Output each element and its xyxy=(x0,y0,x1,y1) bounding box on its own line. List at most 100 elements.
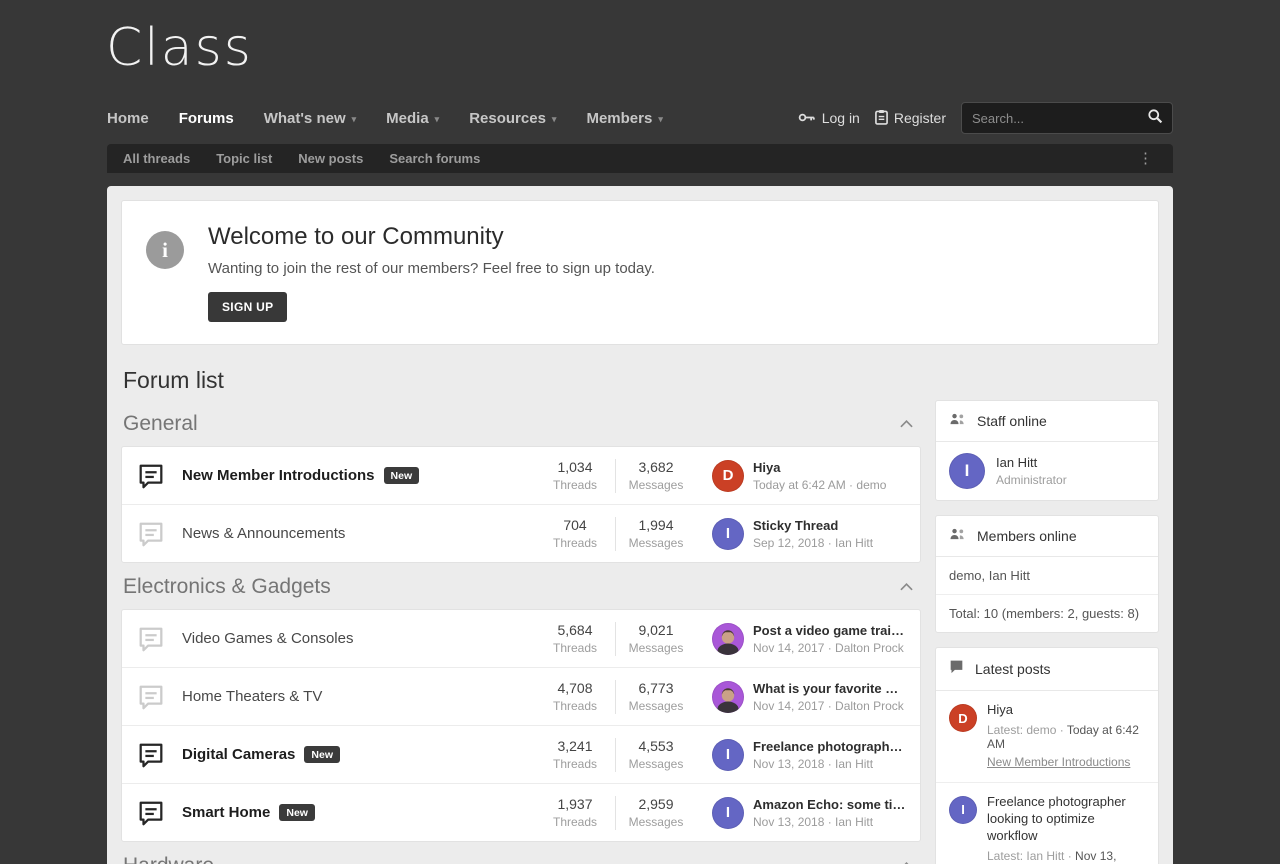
nav-item-media[interactable]: Media▾ xyxy=(386,110,439,127)
search-input[interactable] xyxy=(962,111,1138,126)
new-badge: New xyxy=(304,746,340,763)
avatar[interactable]: I xyxy=(712,739,744,771)
section-title: General xyxy=(123,412,198,436)
forum-row: Home Theaters & TV4,708Threads6,773Messa… xyxy=(122,667,920,725)
threads-label: Threads xyxy=(535,757,615,771)
subnav-item-all-threads[interactable]: All threads xyxy=(123,151,190,166)
welcome-text: Welcome to our Community Wanting to join… xyxy=(208,223,655,322)
avatar[interactable]: I xyxy=(712,797,744,829)
avatar[interactable]: D xyxy=(949,704,977,732)
latest-post-item: I Freelance photographer looking to optim… xyxy=(936,782,1158,864)
avatar[interactable]: I xyxy=(949,453,985,489)
latest-post-info: Sticky ThreadSep 12, 2018 · Ian Hitt xyxy=(753,518,873,550)
forum-row: News & Announcements 704Threads1,994Messa… xyxy=(122,504,920,562)
info-icon: i xyxy=(146,231,184,269)
staff-member-name[interactable]: Ian Hitt xyxy=(996,455,1067,470)
section-header-electronics-gadgets: Electronics & Gadgets xyxy=(121,563,921,609)
threads-stat: 4,708Threads xyxy=(535,678,615,715)
threads-count: 3,241 xyxy=(535,738,615,754)
chevron-down-icon: ▾ xyxy=(552,114,557,125)
staff-online-header: Staff online xyxy=(936,401,1158,442)
threads-stat: 5,684Threads xyxy=(535,620,615,657)
messages-count: 6,773 xyxy=(616,680,696,696)
people-icon xyxy=(949,412,966,430)
nav-item-what-s-new[interactable]: What's new▾ xyxy=(264,110,356,127)
section-header-general: General xyxy=(121,400,921,446)
register-button[interactable]: Register xyxy=(875,109,946,128)
collapse-toggle-icon[interactable] xyxy=(898,855,915,864)
search-submit-button[interactable] xyxy=(1138,103,1172,133)
latest-post-item-title[interactable]: Hiya xyxy=(987,702,1145,719)
forum-node-icon[interactable] xyxy=(136,461,168,491)
latest-post-item: D HiyaLatest: demo · Today at 6:42 AMNew … xyxy=(936,691,1158,782)
forum-node-icon[interactable] xyxy=(136,519,168,549)
members-online-block: Members online demo, Ian Hitt Total: 10 … xyxy=(935,515,1159,633)
overflow-menu-icon[interactable]: ⋮ xyxy=(1134,149,1157,168)
forum-row: Smart HomeNew1,937Threads2,959MessagesIA… xyxy=(122,783,920,841)
forum-sections: GeneralNew Member IntroductionsNew1,034T… xyxy=(121,400,921,864)
forum-title-link[interactable]: News & Announcements xyxy=(182,525,345,542)
messages-stat: 1,994Messages xyxy=(616,515,696,552)
sign-up-button[interactable]: SIGN UP xyxy=(208,292,287,322)
user-photo-avatar[interactable] xyxy=(712,681,744,713)
site-logo[interactable]: Class xyxy=(106,18,253,78)
latest-post-forum-link[interactable]: New Member Introductions xyxy=(987,755,1130,769)
forum-node-icon[interactable] xyxy=(136,798,168,828)
nav-item-label: What's new xyxy=(264,110,346,127)
forum-title-link[interactable]: Home Theaters & TV xyxy=(182,688,322,705)
forum-title-link[interactable]: New Member Introductions xyxy=(182,467,375,484)
section-title: Hardware xyxy=(123,854,214,864)
forum-title-wrap: Smart Home New xyxy=(182,804,535,821)
forum-title-link[interactable]: Video Games & Consoles xyxy=(182,630,353,647)
avatar[interactable]: I xyxy=(712,518,744,550)
subnav-item-topic-list[interactable]: Topic list xyxy=(216,151,272,166)
nav-item-forums[interactable]: Forums xyxy=(179,110,234,127)
subnav-item-new-posts[interactable]: New posts xyxy=(298,151,363,166)
threads-stat: 704Threads xyxy=(535,515,615,552)
section-header-hardware: Hardware xyxy=(121,842,921,864)
collapse-toggle-icon[interactable] xyxy=(898,576,915,598)
nav-item-members[interactable]: Members▾ xyxy=(586,110,662,127)
latest-post-item-title[interactable]: Freelance photographer looking to optimi… xyxy=(987,794,1145,845)
avatar[interactable]: I xyxy=(949,796,977,824)
latest-post-title[interactable]: Amazon Echo: some tips xyxy=(753,797,906,812)
latest-post-title[interactable]: What is your favorite TV? xyxy=(753,681,906,696)
messages-label: Messages xyxy=(616,478,696,492)
nav-item-label: Home xyxy=(107,110,149,127)
login-button[interactable]: Log in xyxy=(798,110,860,126)
primary-nav: HomeForumsWhat's new▾Media▾Resources▾Mem… xyxy=(107,100,1173,136)
user-photo-avatar[interactable] xyxy=(712,623,744,655)
welcome-title: Welcome to our Community xyxy=(208,223,655,251)
latest-post: Post a video game trailerNov 14, 2017 · … xyxy=(712,623,906,655)
members-online-names[interactable]: demo, Ian Hitt xyxy=(936,557,1158,594)
collapse-toggle-icon[interactable] xyxy=(898,413,915,435)
avatar[interactable]: D xyxy=(712,460,744,492)
members-online-title: Members online xyxy=(977,528,1077,544)
nav-item-resources[interactable]: Resources▾ xyxy=(469,110,556,127)
latest-post-title[interactable]: Hiya xyxy=(753,460,886,475)
latest-post-title[interactable]: Freelance photographer looking to optimi… xyxy=(753,739,906,754)
forum-node-icon[interactable] xyxy=(136,682,168,712)
latest-post-info: Amazon Echo: some tipsNov 13, 2018 · Ian… xyxy=(753,797,906,829)
latest-post-title[interactable]: Sticky Thread xyxy=(753,518,873,533)
page-title: Forum list xyxy=(123,367,1157,394)
welcome-message: Wanting to join the rest of our members?… xyxy=(208,260,655,277)
people-icon xyxy=(949,527,966,545)
forum-title-link[interactable]: Smart Home xyxy=(182,804,270,821)
latest-post-item-info: Freelance photographer looking to optimi… xyxy=(987,794,1145,864)
latest-post: DHiyaToday at 6:42 AM · demo xyxy=(712,460,906,492)
latest-post-title[interactable]: Post a video game trailer xyxy=(753,623,906,638)
threads-label: Threads xyxy=(535,815,615,829)
forum-title-link[interactable]: Digital Cameras xyxy=(182,746,295,763)
forum-title-wrap: Digital Cameras New xyxy=(182,746,535,763)
subnav-item-search-forums[interactable]: Search forums xyxy=(389,151,480,166)
latest-post-item-info: HiyaLatest: demo · Today at 6:42 AMNew M… xyxy=(987,702,1145,771)
new-badge: New xyxy=(279,804,315,821)
forum-node-icon[interactable] xyxy=(136,740,168,770)
forum-node-icon[interactable] xyxy=(136,624,168,654)
search-box xyxy=(961,102,1173,134)
threads-stat: 1,937Threads xyxy=(535,794,615,831)
latest-post-meta-prefix: Latest: Ian Hitt · xyxy=(987,849,1075,863)
nav-item-home[interactable]: Home xyxy=(107,110,149,127)
welcome-notice: i Welcome to our Community Wanting to jo… xyxy=(121,200,1159,345)
